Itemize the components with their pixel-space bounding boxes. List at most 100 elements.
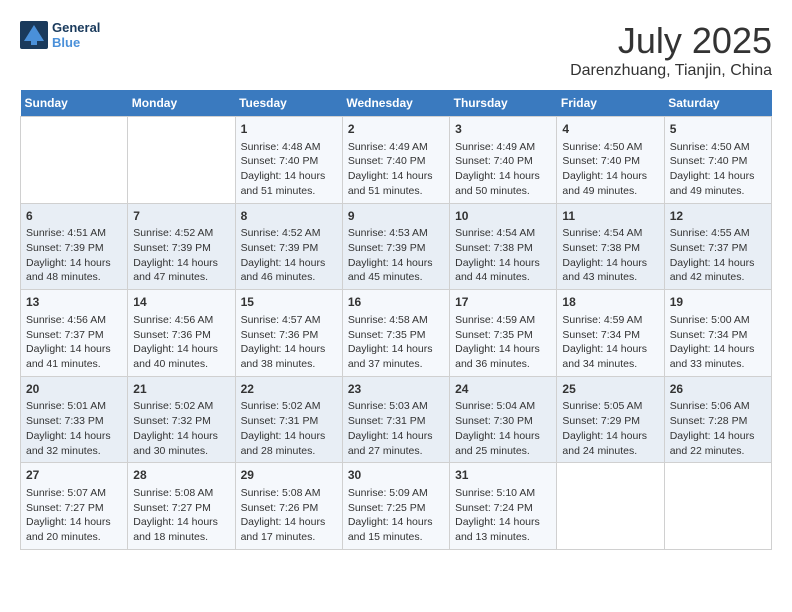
calendar-cell: 30Sunrise: 5:09 AMSunset: 7:25 PMDayligh…: [342, 463, 449, 550]
sunrise-text: Sunrise: 5:06 AM: [670, 399, 766, 414]
day-number: 10: [455, 208, 551, 225]
day-number: 14: [133, 294, 229, 311]
calendar-cell: 15Sunrise: 4:57 AMSunset: 7:36 PMDayligh…: [235, 290, 342, 377]
daylight-text: Daylight: 14 hours and 47 minutes.: [133, 256, 229, 285]
sunset-text: Sunset: 7:27 PM: [26, 501, 122, 516]
sunrise-text: Sunrise: 4:50 AM: [670, 140, 766, 155]
sunset-text: Sunset: 7:39 PM: [133, 241, 229, 256]
weekday-header-sunday: Sunday: [21, 90, 128, 117]
sunset-text: Sunset: 7:27 PM: [133, 501, 229, 516]
day-number: 4: [562, 121, 658, 138]
daylight-text: Daylight: 14 hours and 36 minutes.: [455, 342, 551, 371]
sunset-text: Sunset: 7:36 PM: [241, 328, 337, 343]
daylight-text: Daylight: 14 hours and 18 minutes.: [133, 515, 229, 544]
sunset-text: Sunset: 7:33 PM: [26, 414, 122, 429]
daylight-text: Daylight: 14 hours and 42 minutes.: [670, 256, 766, 285]
calendar-cell: 3Sunrise: 4:49 AMSunset: 7:40 PMDaylight…: [450, 117, 557, 204]
daylight-text: Daylight: 14 hours and 32 minutes.: [26, 429, 122, 458]
sunrise-text: Sunrise: 4:53 AM: [348, 226, 444, 241]
weekday-header-friday: Friday: [557, 90, 664, 117]
sunset-text: Sunset: 7:25 PM: [348, 501, 444, 516]
daylight-text: Daylight: 14 hours and 27 minutes.: [348, 429, 444, 458]
calendar-cell: 29Sunrise: 5:08 AMSunset: 7:26 PMDayligh…: [235, 463, 342, 550]
sunset-text: Sunset: 7:40 PM: [241, 154, 337, 169]
day-number: 8: [241, 208, 337, 225]
sunrise-text: Sunrise: 4:56 AM: [26, 313, 122, 328]
day-number: 3: [455, 121, 551, 138]
logo-line1: General: [52, 20, 100, 35]
calendar-week-row: 1Sunrise: 4:48 AMSunset: 7:40 PMDaylight…: [21, 117, 772, 204]
daylight-text: Daylight: 14 hours and 51 minutes.: [241, 169, 337, 198]
calendar-cell: 25Sunrise: 5:05 AMSunset: 7:29 PMDayligh…: [557, 376, 664, 463]
sunrise-text: Sunrise: 4:58 AM: [348, 313, 444, 328]
calendar-cell: 5Sunrise: 4:50 AMSunset: 7:40 PMDaylight…: [664, 117, 771, 204]
day-number: 15: [241, 294, 337, 311]
calendar-cell: 19Sunrise: 5:00 AMSunset: 7:34 PMDayligh…: [664, 290, 771, 377]
day-number: 24: [455, 381, 551, 398]
page-header: General Blue July 2025 Darenzhuang, Tian…: [20, 20, 772, 80]
calendar-week-row: 13Sunrise: 4:56 AMSunset: 7:37 PMDayligh…: [21, 290, 772, 377]
weekday-header-row: SundayMondayTuesdayWednesdayThursdayFrid…: [21, 90, 772, 117]
sunset-text: Sunset: 7:40 PM: [562, 154, 658, 169]
calendar-cell: [557, 463, 664, 550]
sunset-text: Sunset: 7:29 PM: [562, 414, 658, 429]
calendar-table: SundayMondayTuesdayWednesdayThursdayFrid…: [20, 90, 772, 550]
calendar-cell: 10Sunrise: 4:54 AMSunset: 7:38 PMDayligh…: [450, 203, 557, 290]
logo-line2: Blue: [52, 35, 100, 50]
sunrise-text: Sunrise: 5:04 AM: [455, 399, 551, 414]
calendar-cell: 23Sunrise: 5:03 AMSunset: 7:31 PMDayligh…: [342, 376, 449, 463]
calendar-cell: 21Sunrise: 5:02 AMSunset: 7:32 PMDayligh…: [128, 376, 235, 463]
sunrise-text: Sunrise: 4:50 AM: [562, 140, 658, 155]
day-number: 28: [133, 467, 229, 484]
calendar-cell: [664, 463, 771, 550]
day-number: 13: [26, 294, 122, 311]
sunrise-text: Sunrise: 4:49 AM: [455, 140, 551, 155]
sunrise-text: Sunrise: 4:54 AM: [562, 226, 658, 241]
day-number: 5: [670, 121, 766, 138]
sunset-text: Sunset: 7:38 PM: [562, 241, 658, 256]
sunrise-text: Sunrise: 4:51 AM: [26, 226, 122, 241]
daylight-text: Daylight: 14 hours and 50 minutes.: [455, 169, 551, 198]
day-number: 20: [26, 381, 122, 398]
sunrise-text: Sunrise: 5:08 AM: [133, 486, 229, 501]
sunset-text: Sunset: 7:28 PM: [670, 414, 766, 429]
weekday-header-wednesday: Wednesday: [342, 90, 449, 117]
month-title: July 2025: [570, 20, 772, 62]
sunset-text: Sunset: 7:32 PM: [133, 414, 229, 429]
sunset-text: Sunset: 7:37 PM: [670, 241, 766, 256]
calendar-cell: 1Sunrise: 4:48 AMSunset: 7:40 PMDaylight…: [235, 117, 342, 204]
sunrise-text: Sunrise: 4:59 AM: [455, 313, 551, 328]
calendar-cell: 18Sunrise: 4:59 AMSunset: 7:34 PMDayligh…: [557, 290, 664, 377]
sunrise-text: Sunrise: 5:10 AM: [455, 486, 551, 501]
sunrise-text: Sunrise: 4:57 AM: [241, 313, 337, 328]
sunset-text: Sunset: 7:38 PM: [455, 241, 551, 256]
calendar-cell: [21, 117, 128, 204]
calendar-cell: 20Sunrise: 5:01 AMSunset: 7:33 PMDayligh…: [21, 376, 128, 463]
daylight-text: Daylight: 14 hours and 40 minutes.: [133, 342, 229, 371]
day-number: 30: [348, 467, 444, 484]
day-number: 18: [562, 294, 658, 311]
daylight-text: Daylight: 14 hours and 28 minutes.: [241, 429, 337, 458]
calendar-cell: 27Sunrise: 5:07 AMSunset: 7:27 PMDayligh…: [21, 463, 128, 550]
day-number: 21: [133, 381, 229, 398]
calendar-cell: 13Sunrise: 4:56 AMSunset: 7:37 PMDayligh…: [21, 290, 128, 377]
sunset-text: Sunset: 7:26 PM: [241, 501, 337, 516]
day-number: 12: [670, 208, 766, 225]
calendar-cell: 4Sunrise: 4:50 AMSunset: 7:40 PMDaylight…: [557, 117, 664, 204]
sunset-text: Sunset: 7:40 PM: [670, 154, 766, 169]
sunset-text: Sunset: 7:36 PM: [133, 328, 229, 343]
daylight-text: Daylight: 14 hours and 37 minutes.: [348, 342, 444, 371]
calendar-cell: 22Sunrise: 5:02 AMSunset: 7:31 PMDayligh…: [235, 376, 342, 463]
daylight-text: Daylight: 14 hours and 25 minutes.: [455, 429, 551, 458]
day-number: 16: [348, 294, 444, 311]
daylight-text: Daylight: 14 hours and 43 minutes.: [562, 256, 658, 285]
calendar-week-row: 6Sunrise: 4:51 AMSunset: 7:39 PMDaylight…: [21, 203, 772, 290]
sunrise-text: Sunrise: 5:08 AM: [241, 486, 337, 501]
day-number: 17: [455, 294, 551, 311]
sunrise-text: Sunrise: 5:07 AM: [26, 486, 122, 501]
calendar-cell: 26Sunrise: 5:06 AMSunset: 7:28 PMDayligh…: [664, 376, 771, 463]
daylight-text: Daylight: 14 hours and 48 minutes.: [26, 256, 122, 285]
daylight-text: Daylight: 14 hours and 44 minutes.: [455, 256, 551, 285]
sunset-text: Sunset: 7:31 PM: [348, 414, 444, 429]
weekday-header-saturday: Saturday: [664, 90, 771, 117]
